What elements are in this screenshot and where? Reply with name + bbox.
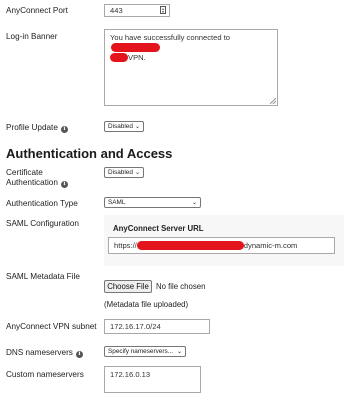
redaction-mark — [136, 241, 244, 250]
auth-type-value: SAML — [108, 199, 126, 206]
metadata-uploaded-note: (Metadata file uploaded) — [104, 300, 189, 309]
resize-handle-icon[interactable] — [270, 98, 276, 104]
anyconnect-port-value: 443 — [110, 6, 123, 15]
redaction-mark — [110, 53, 128, 62]
cert-auth-label: Certificate Authentication i — [6, 168, 68, 188]
cert-auth-value: Disabled — [108, 169, 133, 176]
cert-auth-label-line2: Authentication — [6, 178, 58, 187]
info-icon[interactable]: i — [60, 181, 68, 188]
cert-auth-label-line1: Certificate — [6, 168, 43, 177]
saml-metadata-label: SAML Metadata File — [6, 272, 80, 281]
vpn-subnet-label: AnyConnect VPN subnet — [6, 322, 97, 331]
custom-nameservers-label: Custom nameservers — [6, 370, 84, 379]
saml-config-label: SAML Configuration — [6, 219, 79, 228]
custom-nameservers-value: 172.16.0.13 — [110, 370, 151, 379]
server-url-input[interactable]: https:// dynamic-m.com — [108, 237, 335, 254]
chevron-down-icon: ⌄ — [134, 170, 140, 176]
dns-nameservers-value: Specify nameservers... — [108, 348, 173, 355]
anyconnect-port-input[interactable]: 443 ▴ ▾ — [104, 4, 170, 17]
dns-nameservers-label: DNS nameservers i — [6, 348, 83, 358]
info-icon[interactable]: i — [75, 351, 83, 358]
custom-nameservers-textarea[interactable]: 172.16.0.13 — [104, 366, 201, 393]
profile-update-label-text: Profile Update — [6, 123, 58, 132]
file-status-text: No file chosen — [156, 282, 206, 291]
vpn-subnet-value: 172.16.17.0/24 — [110, 322, 161, 331]
chevron-down-icon: ⌄ — [134, 124, 140, 130]
chevron-down-icon: ⌄ — [191, 200, 197, 206]
dns-nameservers-select[interactable]: Specify nameservers... ⌄ — [104, 346, 186, 357]
choose-file-button[interactable]: Choose File — [104, 280, 152, 293]
profile-update-select[interactable]: Disabled ⌄ — [104, 121, 144, 132]
login-banner-textarea[interactable]: You have successfully connected to VPN. — [104, 29, 278, 106]
login-banner-label: Log-in Banner — [6, 32, 58, 41]
server-url-title: AnyConnect Server URL — [113, 224, 204, 233]
server-url-suffix: dynamic-m.com — [243, 241, 298, 250]
section-heading: Authentication and Access — [6, 146, 173, 161]
cert-auth-select[interactable]: Disabled ⌄ — [104, 167, 144, 178]
auth-type-select[interactable]: SAML ⌄ — [104, 197, 201, 208]
redaction-mark — [111, 43, 160, 52]
profile-update-value: Disabled — [108, 123, 133, 130]
dns-nameservers-label-text: DNS nameservers — [6, 348, 73, 357]
chevron-down-icon: ⌄ — [176, 349, 182, 355]
auth-type-label: Authentication Type — [6, 199, 78, 208]
info-icon[interactable]: i — [60, 126, 68, 133]
vpn-subnet-input[interactable]: 172.16.17.0/24 — [104, 319, 210, 334]
number-stepper-icon[interactable]: ▴ ▾ — [160, 6, 166, 14]
saml-config-panel: AnyConnect Server URL https:// dynamic-m.… — [104, 215, 344, 266]
anyconnect-port-label: AnyConnect Port — [6, 6, 68, 15]
profile-update-label: Profile Update i — [6, 123, 68, 133]
login-banner-text-after: VPN. — [128, 53, 146, 62]
login-banner-text-before: You have successfully connected to — [110, 33, 231, 42]
server-url-prefix: https:// — [114, 241, 137, 250]
